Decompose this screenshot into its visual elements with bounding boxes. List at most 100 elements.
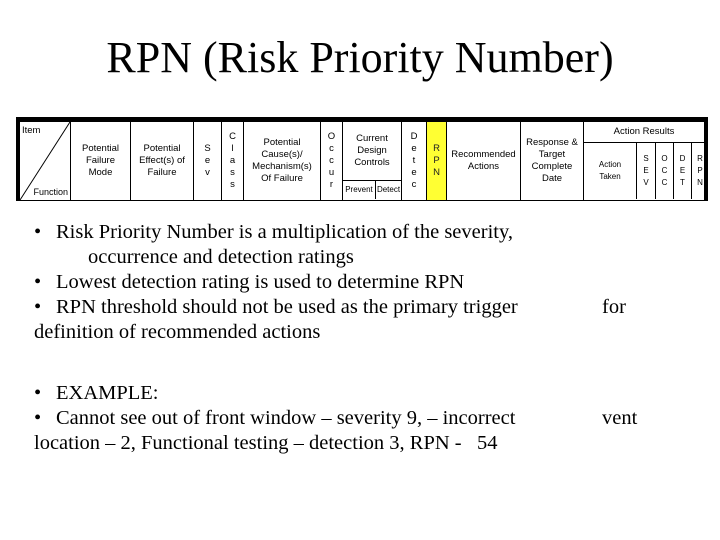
bullet-dot: • [34, 296, 42, 318]
header-text: a [229, 155, 236, 166]
detect-subcol: Detect [376, 181, 401, 199]
header-text: P [433, 155, 440, 166]
header-text: E [643, 166, 649, 175]
header-text: Taken [599, 172, 621, 181]
col-action-taken: Action Taken [584, 143, 637, 199]
bullet-text: Cannot see out of front window – severit… [56, 407, 516, 429]
header-lines: S E V [643, 153, 648, 189]
header-lines: Potential Cause(s)/ Mechanism(s) Of Fail… [252, 137, 312, 185]
bullet-text: EXAMPLE: [56, 382, 159, 404]
col-detec: D e t e c [402, 122, 427, 200]
header-text: Cause(s)/ [261, 149, 303, 160]
bullet-trailing-text: vent [602, 407, 638, 429]
col-response-target-date: Response & Target Complete Date [521, 122, 584, 200]
header-text: v [205, 167, 210, 178]
header-text: s [230, 167, 235, 178]
bullet-item: • RPN threshold should not be used as the… [34, 295, 714, 320]
header-text: D [410, 131, 418, 142]
header-text: e [204, 155, 211, 166]
col-rpn-highlighted: R P N [427, 122, 447, 200]
header-text: Failure [147, 167, 177, 178]
header-text: e [411, 143, 417, 154]
col-result-rpn: R P N [692, 143, 708, 199]
header-lines: R P N [697, 153, 703, 189]
header-lines: Response & Target Complete Date [526, 137, 578, 185]
col-potential-failure-mode: Potential Failure Mode [71, 122, 131, 200]
header-text: V [643, 178, 649, 187]
bullet-dot: • [34, 271, 42, 293]
header-lines: Recommended Actions [451, 149, 515, 173]
fmea-header-table: Item Function Potential Failure Mode Pot… [16, 117, 708, 201]
detect-label: Detect [376, 185, 401, 195]
header-text: Action [598, 160, 622, 169]
header-text: Mechanism(s) [252, 161, 312, 172]
header-lines: Current Design Controls [354, 133, 389, 169]
bullet-dot: • [34, 382, 42, 404]
header-lines: Action Taken [599, 159, 621, 183]
bullet-item: • Cannot see out of front window – severi… [34, 406, 714, 431]
bullet-item: • Lowest detection rating is used to dete… [34, 270, 714, 295]
item-label: Item [22, 125, 41, 136]
bullet-text: Lowest detection rating is used to deter… [56, 271, 465, 293]
action-results-label: Action Results [613, 126, 675, 138]
header-text: T [680, 178, 685, 187]
header-text: r [329, 179, 334, 190]
controls-top: Current Design Controls [343, 122, 401, 180]
function-label: Function [33, 186, 68, 197]
header-text: c [329, 143, 334, 154]
col-potential-effects: Potential Effect(s) of Failure [131, 122, 194, 200]
header-text: S [643, 154, 649, 163]
header-text: N [433, 167, 440, 178]
header-text: l [231, 143, 234, 154]
col-result-sev: S E V [637, 143, 656, 199]
bullet-wrap: definition of recommended actions [34, 321, 321, 343]
item-function-cell: Item Function [20, 122, 71, 200]
header-text: D [679, 154, 686, 163]
header-lines: Potential Effect(s) of Failure [139, 143, 185, 179]
header-text: c [411, 179, 417, 190]
col-sev: S e v [194, 122, 222, 200]
header-text: Failure [85, 155, 116, 166]
header-text: Potential [82, 143, 119, 154]
col-group-action-results: Action Results Action Taken S E V O C C [584, 122, 704, 200]
header-text: C [661, 166, 668, 175]
header-lines: O C C [661, 153, 667, 189]
header-lines: D E T [680, 153, 686, 189]
bullet-text: Risk Priority Number is a multiplication… [56, 221, 514, 243]
header-text: C [229, 131, 236, 142]
header-text: C [661, 178, 668, 187]
action-results-header: Action Results [584, 122, 704, 142]
bullet-list: • Risk Priority Number is a multiplicatio… [34, 220, 714, 456]
bullet-trailing-text: for [602, 296, 626, 318]
col-class: C l a s s [222, 122, 244, 200]
header-text: u [328, 167, 335, 178]
header-lines: O c c u r [328, 131, 335, 191]
header-text: Controls [354, 157, 390, 168]
col-occur: O c c u r [321, 122, 343, 200]
bullet-item: • Risk Priority Number is a multiplicatio… [34, 220, 714, 245]
header-text: Recommended [451, 149, 516, 160]
header-text: N [697, 178, 703, 187]
header-text: e [411, 167, 417, 178]
col-result-det: D E T [674, 143, 692, 199]
header-lines: C l a s s [229, 131, 236, 191]
header-text: O [661, 154, 668, 163]
header-text: Current [356, 133, 388, 144]
bullet-continuation: occurrence and detection ratings [88, 246, 354, 268]
header-text: Date [541, 173, 563, 184]
header-text: Mode [88, 167, 113, 178]
header-text: Of Failure [261, 173, 303, 184]
col-recommended-actions: Recommended Actions [447, 122, 521, 200]
slide-title: RPN (Risk Priority Number) [106, 33, 614, 82]
header-text: R [433, 143, 440, 154]
header-text: R [697, 154, 703, 163]
bullet-dot: • [34, 221, 42, 243]
header-lines: R P N [433, 143, 440, 179]
bullet-text: RPN threshold should not be used as the … [56, 296, 518, 318]
header-lines: Potential Failure Mode [82, 143, 119, 179]
col-potential-causes: Potential Cause(s)/ Mechanism(s) Of Fail… [244, 122, 321, 200]
header-text: S [204, 143, 211, 154]
header-text: Response & [526, 137, 578, 148]
bullet-wrap: location – 2, Functional testing – detec… [34, 432, 498, 454]
